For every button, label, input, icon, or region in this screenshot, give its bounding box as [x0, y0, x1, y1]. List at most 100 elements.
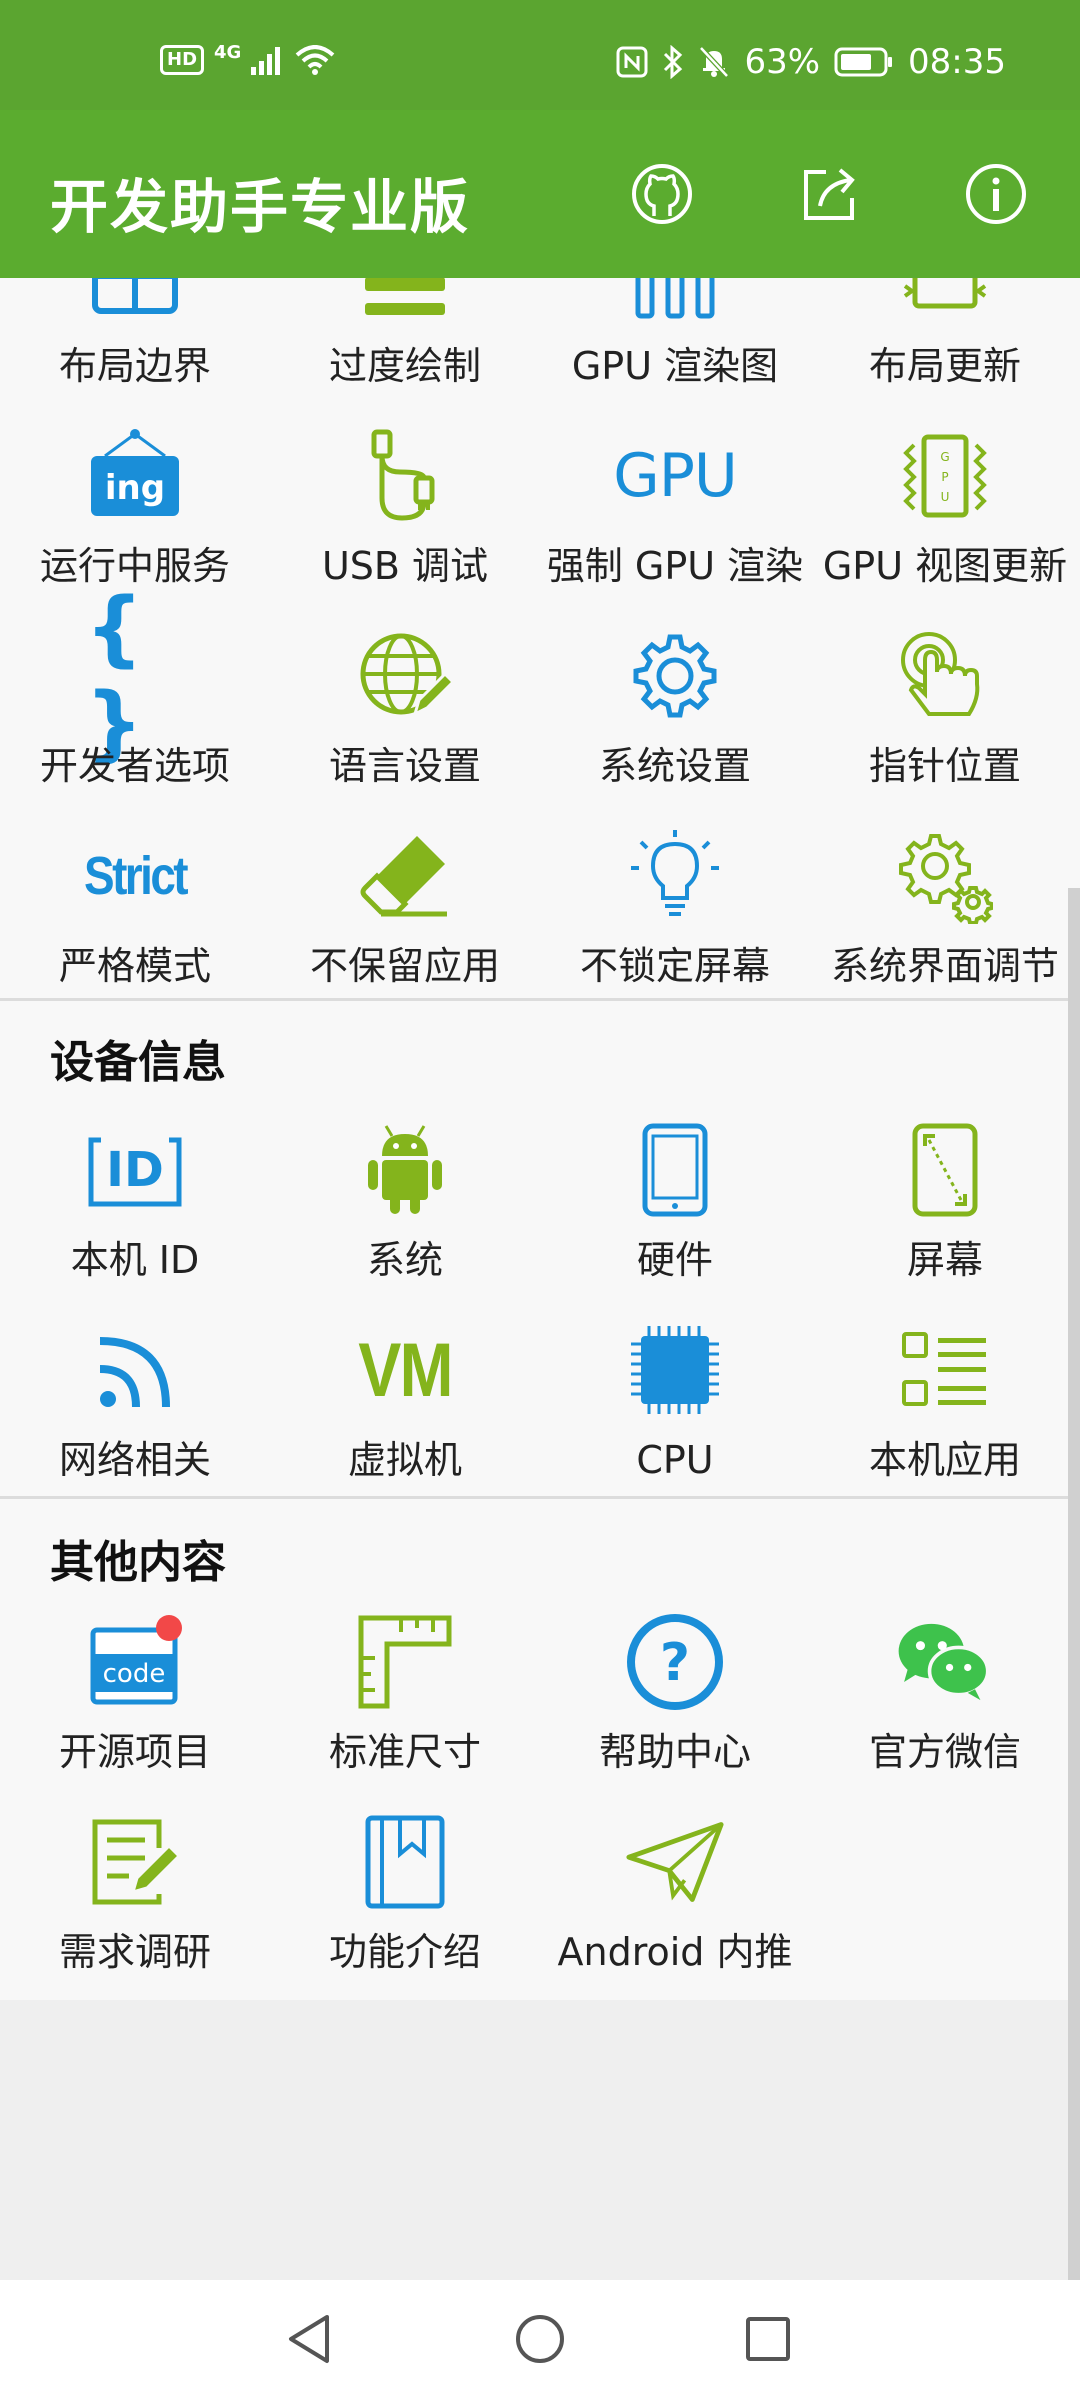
ruler-icon — [355, 1612, 455, 1712]
status-bar: HD 4G 63% 08:35 — [0, 0, 1080, 110]
section-title-other: 其他内容 — [50, 1537, 226, 1588]
app-bar: 开发助手专业版 — [0, 110, 1080, 278]
grid-item-help-center[interactable]: ? 帮助中心 — [540, 1600, 810, 1800]
svg-text:code: code — [103, 1659, 166, 1689]
grid-item-overdraw[interactable]: 过度绘制 — [270, 278, 540, 414]
gears-icon — [895, 826, 995, 926]
layout-update-icon — [895, 278, 995, 326]
grid-item-survey[interactable]: 需求调研 — [0, 1800, 270, 2000]
grid-item-pointer-location[interactable]: 指针位置 — [810, 614, 1080, 814]
grid-item-label: 功能介绍 — [328, 1930, 481, 1974]
grid-item-label: 系统设置 — [598, 744, 751, 788]
section-divider — [0, 1496, 1080, 1499]
scrollbar[interactable] — [1068, 888, 1080, 2280]
grid-item-system[interactable]: 系统 — [270, 1108, 540, 1308]
code-icon: code — [85, 1612, 185, 1712]
app-title: 开发助手专业版 — [50, 173, 471, 241]
grid-item-open-source[interactable]: code 开源项目 — [0, 1600, 270, 1800]
grid-item-hardware[interactable]: 硬件 — [540, 1108, 810, 1308]
grid-item-layout-bounds[interactable]: 布局边界 — [0, 278, 270, 414]
android-icon — [355, 1120, 455, 1220]
vm-icon: VM — [358, 1327, 453, 1413]
info-icon — [966, 164, 1026, 224]
grid-item-stay-awake[interactable]: 不锁定屏幕 — [540, 814, 810, 1014]
recents-icon — [746, 2317, 790, 2361]
grid-item-label: 开源项目 — [58, 1730, 211, 1774]
nfc-icon — [616, 46, 648, 78]
grid-item-language-settings[interactable]: 语言设置 — [270, 614, 540, 814]
grid-item-label: 虚拟机 — [347, 1438, 462, 1482]
grid-item-label: USB 调试 — [321, 544, 489, 588]
grid-item-force-gpu[interactable]: GPU 强制 GPU 渲染 — [540, 414, 810, 614]
grid-item-vm[interactable]: VM 虚拟机 — [270, 1308, 540, 1508]
bluetooth-icon — [664, 45, 683, 79]
status-left: HD 4G — [160, 42, 335, 77]
tablet-icon — [625, 1120, 725, 1220]
back-button[interactable] — [274, 2304, 344, 2374]
github-button[interactable] — [628, 160, 696, 228]
grid-item-android-referral[interactable]: Android 内推 — [540, 1800, 810, 2000]
grid-item-layout-update[interactable]: 布局更新 — [810, 278, 1080, 414]
grid-item-label: GPU 渲染图 — [571, 344, 779, 388]
svg-text:ing: ing — [105, 468, 165, 508]
grid-item-label: 标准尺寸 — [328, 1730, 481, 1774]
grid-item-label: 语言设置 — [328, 744, 481, 788]
battery-icon — [834, 47, 893, 77]
app-list-icon — [895, 1320, 995, 1420]
grid-item-cpu[interactable]: CPU — [540, 1308, 810, 1508]
wifi-rss-icon — [85, 1320, 185, 1420]
grid-item-label: 布局边界 — [58, 344, 211, 388]
grid-item-label: 网络相关 — [58, 1438, 211, 1482]
svg-text:U: U — [941, 490, 950, 504]
grid-item-system-settings[interactable]: 系统设置 — [540, 614, 810, 814]
back-icon — [289, 2315, 329, 2363]
recents-button[interactable] — [733, 2304, 803, 2374]
mute-bell-icon — [699, 46, 730, 78]
status-right: 63% 08:35 — [616, 42, 1006, 82]
grid-item-label: 布局更新 — [868, 344, 1021, 388]
gpu-text-icon: GPU — [613, 441, 738, 511]
overdraw-icon — [355, 278, 455, 326]
gpu-chip-icon: GPU — [895, 426, 995, 526]
clock: 08:35 — [908, 42, 1006, 82]
id-icon: ID — [85, 1120, 185, 1220]
usb-debug-icon — [355, 426, 455, 526]
screen-icon — [895, 1120, 995, 1220]
svg-text:G: G — [940, 450, 949, 464]
grid-item-screen[interactable]: 屏幕 — [810, 1108, 1080, 1308]
grid-item-label: 官方微信 — [868, 1730, 1021, 1774]
hd-badge: HD — [160, 44, 205, 75]
grid-item-developer-options[interactable]: { } 开发者选项 — [0, 581, 270, 814]
info-button[interactable] — [962, 160, 1030, 228]
gpu-render-bars-icon — [625, 278, 725, 326]
grid-item-dont-keep-activities[interactable]: 不保留应用 — [270, 814, 540, 1014]
home-icon — [516, 2315, 564, 2363]
section-title-device-info: 设备信息 — [50, 1037, 226, 1088]
grid-item-label: 过度绘制 — [328, 344, 481, 388]
github-icon — [632, 164, 692, 224]
grid-item-wechat[interactable]: 官方微信 — [810, 1600, 1080, 1800]
pointer-touch-icon — [895, 626, 995, 726]
content-scroll[interactable]: 布局边界 过度绘制 GPU 渲染图 布局更新 ing 运行中服务 USB 调试 … — [0, 278, 1080, 2000]
grid-item-strict-mode[interactable]: Strict 严格模式 — [0, 814, 270, 1014]
home-button[interactable] — [505, 2304, 575, 2374]
grid-item-label: 屏幕 — [906, 1238, 983, 1282]
network-type: 4G — [214, 42, 242, 63]
bookmark-book-icon — [355, 1812, 455, 1912]
grid-item-installed-apps[interactable]: 本机应用 — [810, 1308, 1080, 1508]
grid-item-system-ui-tuner[interactable]: 系统界面调节 — [810, 814, 1080, 1014]
grid-item-feature-intro[interactable]: 功能介绍 — [270, 1800, 540, 2000]
globe-pencil-icon — [355, 626, 455, 726]
grid-item-device-id[interactable]: ID 本机 ID — [0, 1108, 270, 1308]
grid-item-label: 严格模式 — [58, 944, 211, 988]
cpu-chip-icon — [625, 1320, 725, 1420]
gear-icon — [625, 626, 725, 726]
svg-text:?: ? — [660, 1633, 690, 1693]
share-button[interactable] — [796, 160, 864, 228]
grid-item-gpu-view-update[interactable]: GPU GPU 视图更新 — [810, 414, 1080, 614]
grid-item-usb-debug[interactable]: USB 调试 — [270, 414, 540, 614]
grid-item-gpu-render[interactable]: GPU 渲染图 — [540, 278, 810, 414]
grid-item-network[interactable]: 网络相关 — [0, 1308, 270, 1508]
grid-item-label: 系统 — [366, 1238, 443, 1282]
grid-item-standard-size[interactable]: 标准尺寸 — [270, 1600, 540, 1800]
